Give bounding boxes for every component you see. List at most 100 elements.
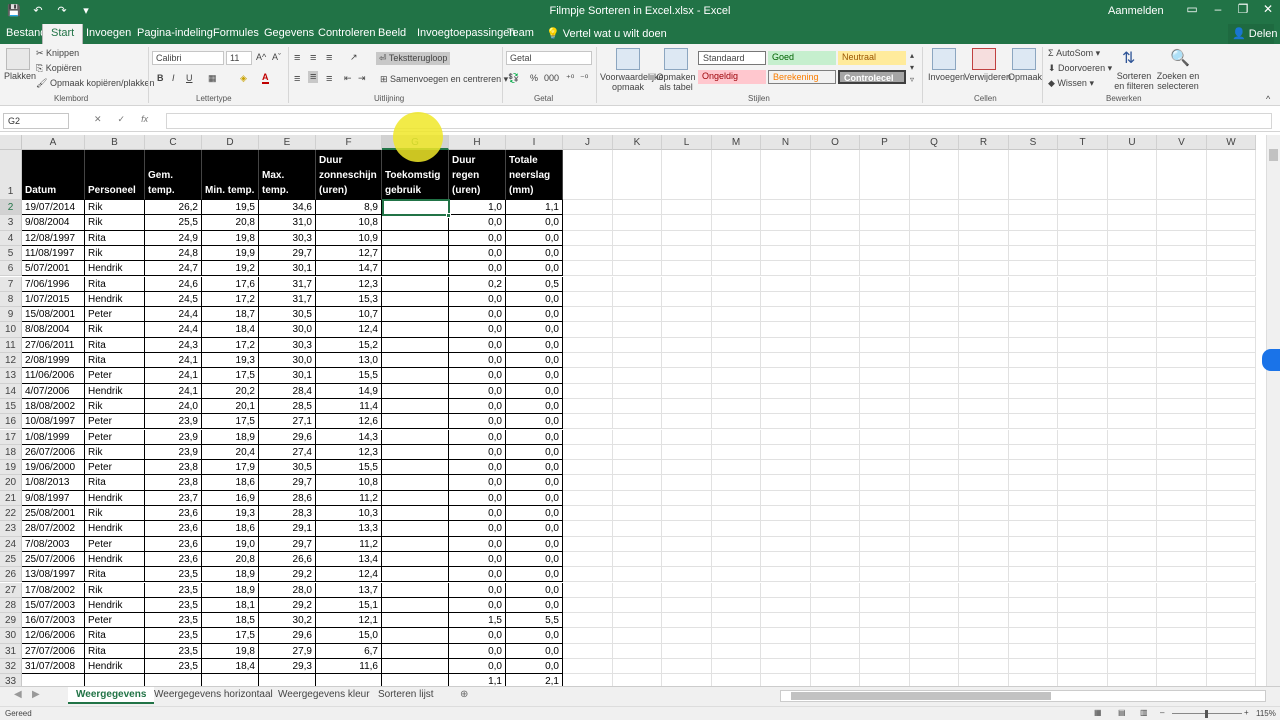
empty-cell[interactable] (1009, 429, 1058, 445)
table-cell[interactable]: 23,5 (145, 597, 202, 614)
table-cell[interactable]: 11/08/1997 (22, 245, 85, 262)
empty-cell[interactable] (860, 475, 910, 491)
empty-cell[interactable] (1058, 506, 1108, 522)
empty-cell[interactable] (959, 674, 1009, 686)
empty-cell[interactable] (613, 368, 662, 384)
empty-cell[interactable] (1108, 414, 1157, 430)
empty-cell[interactable] (1108, 659, 1157, 675)
empty-cell[interactable] (860, 398, 910, 415)
empty-cell[interactable] (959, 643, 1009, 659)
empty-cell[interactable] (1207, 490, 1256, 506)
scroll-thumb[interactable] (1269, 149, 1278, 161)
table-cell[interactable]: 0,0 (449, 475, 506, 491)
table-cell[interactable]: Rik (85, 398, 145, 415)
empty-cell[interactable] (1108, 597, 1157, 614)
table-cell[interactable]: Hendrik (85, 521, 145, 537)
table-cell[interactable]: 19,8 (202, 643, 259, 659)
empty-cell[interactable] (1108, 643, 1157, 659)
column-header-o[interactable]: O (811, 135, 860, 150)
tab-invoegtoepassingen[interactable]: Invoegtoepassingen (417, 27, 515, 39)
empty-cell[interactable] (613, 245, 662, 262)
row-header[interactable]: 27 (0, 582, 22, 598)
table-header-cell[interactable]: Personeel (85, 150, 145, 200)
table-header-cell[interactable]: Min. temp. (202, 150, 259, 200)
empty-cell[interactable] (959, 536, 1009, 552)
empty-cell[interactable] (1157, 506, 1207, 522)
empty-cell[interactable] (563, 200, 613, 216)
select-all-corner[interactable] (0, 135, 22, 150)
empty-cell[interactable] (613, 291, 662, 308)
empty-cell[interactable] (1207, 551, 1256, 568)
table-cell[interactable]: 19/07/2014 (22, 200, 85, 216)
table-cell[interactable]: 1,1 (506, 200, 563, 216)
empty-cell[interactable] (1058, 597, 1108, 614)
empty-cell[interactable] (1009, 291, 1058, 308)
table-cell[interactable] (382, 429, 449, 445)
empty-cell[interactable] (662, 551, 712, 568)
empty-cell[interactable] (613, 200, 662, 216)
empty-cell[interactable] (910, 261, 959, 277)
table-cell[interactable]: 0,0 (506, 551, 563, 568)
empty-cell[interactable] (613, 353, 662, 369)
empty-cell[interactable] (712, 353, 761, 369)
row-header[interactable]: 23 (0, 521, 22, 537)
table-cell[interactable] (316, 674, 382, 686)
zoom-slider-handle[interactable] (1205, 710, 1208, 718)
table-cell[interactable]: 13,0 (316, 353, 382, 369)
bold-button[interactable]: B (157, 73, 164, 83)
empty-cell[interactable] (860, 337, 910, 353)
table-cell[interactable]: 19,3 (202, 506, 259, 522)
empty-cell[interactable] (1157, 490, 1207, 506)
empty-cell[interactable] (712, 490, 761, 506)
empty-cell[interactable] (712, 150, 761, 200)
column-header-h[interactable]: H (449, 135, 506, 150)
table-cell[interactable]: 0,0 (506, 307, 563, 323)
table-cell[interactable]: 14,7 (316, 261, 382, 277)
italic-button[interactable]: I (172, 73, 175, 83)
empty-cell[interactable] (662, 230, 712, 246)
table-cell[interactable]: 19,2 (202, 261, 259, 277)
table-cell[interactable]: 0,0 (506, 368, 563, 384)
empty-cell[interactable] (761, 215, 811, 231)
table-cell[interactable] (382, 230, 449, 246)
empty-cell[interactable] (1157, 322, 1207, 338)
table-cell[interactable]: 0,0 (506, 444, 563, 461)
table-cell[interactable] (145, 674, 202, 686)
empty-cell[interactable] (959, 337, 1009, 353)
empty-cell[interactable] (910, 368, 959, 384)
empty-cell[interactable] (910, 506, 959, 522)
table-cell[interactable]: 4/07/2006 (22, 383, 85, 399)
table-cell[interactable]: 0,0 (506, 460, 563, 476)
empty-cell[interactable] (662, 659, 712, 675)
column-header-n[interactable]: N (761, 135, 811, 150)
empty-cell[interactable] (662, 261, 712, 277)
table-cell[interactable]: 5,5 (506, 613, 563, 629)
empty-cell[interactable] (910, 429, 959, 445)
format-cells-icon[interactable] (1012, 48, 1036, 70)
empty-cell[interactable] (910, 337, 959, 353)
table-cell[interactable]: Hendrik (85, 490, 145, 506)
table-cell[interactable]: 18,9 (202, 567, 259, 583)
empty-cell[interactable] (662, 567, 712, 583)
table-cell[interactable]: 13,3 (316, 521, 382, 537)
empty-cell[interactable] (959, 353, 1009, 369)
table-cell[interactable] (382, 521, 449, 537)
row-header[interactable]: 24 (0, 536, 22, 552)
empty-cell[interactable] (959, 383, 1009, 399)
empty-cell[interactable] (761, 337, 811, 353)
empty-cell[interactable] (1009, 150, 1058, 200)
empty-cell[interactable] (613, 261, 662, 277)
empty-cell[interactable] (1108, 337, 1157, 353)
table-cell[interactable]: 11/06/2006 (22, 368, 85, 384)
table-cell[interactable]: 0,0 (449, 383, 506, 399)
table-cell[interactable] (382, 261, 449, 277)
empty-cell[interactable] (712, 230, 761, 246)
empty-cell[interactable] (1058, 383, 1108, 399)
empty-cell[interactable] (662, 444, 712, 461)
empty-cell[interactable] (1157, 414, 1207, 430)
table-cell[interactable]: 13/08/1997 (22, 567, 85, 583)
table-cell[interactable]: 24,4 (145, 322, 202, 338)
table-cell[interactable]: 15,0 (316, 628, 382, 644)
empty-cell[interactable] (1207, 536, 1256, 552)
empty-cell[interactable] (761, 200, 811, 216)
